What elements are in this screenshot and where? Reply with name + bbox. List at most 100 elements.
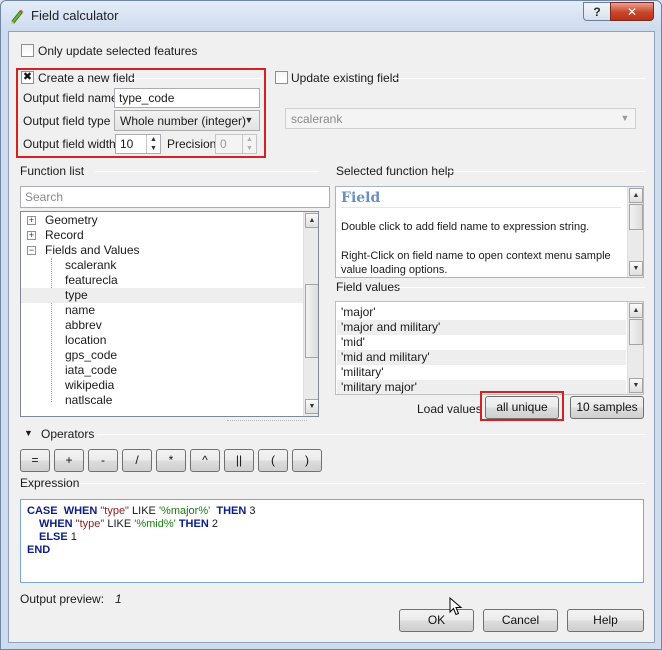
help-scrollbar[interactable]: ▲ ▼ (627, 187, 643, 277)
scroll-thumb[interactable] (305, 284, 318, 358)
only-selected-checkbox[interactable] (21, 44, 34, 57)
function-list-group-line (95, 171, 319, 172)
tree-item[interactable]: location (21, 333, 306, 348)
output-field-width-label: Output field width (23, 137, 116, 151)
operator-concat-button[interactable]: || (224, 449, 254, 472)
field-token: "type" (75, 518, 105, 530)
list-item[interactable]: 'major and military' (337, 320, 626, 335)
operator-close-paren-button[interactable]: ) (292, 449, 322, 472)
operator-open-paren-button[interactable]: ( (258, 449, 288, 472)
list-item[interactable]: 'major' (337, 305, 626, 320)
splitter-handle[interactable] (227, 420, 307, 423)
help-divider (341, 207, 621, 208)
spin-down-icon[interactable]: ▼ (146, 144, 160, 153)
number-token: 2 (211, 518, 218, 530)
operator-token: LIKE (107, 518, 132, 530)
list-item[interactable]: 'military' (337, 365, 626, 380)
output-field-type-combo[interactable]: Whole number (integer) ▼ (114, 110, 260, 131)
tree-item[interactable]: iata_code (21, 363, 306, 378)
tree-item-selected[interactable]: type (21, 288, 306, 303)
output-preview-label: Output preview: (20, 592, 105, 606)
operator-multiply-button[interactable]: * (156, 449, 186, 472)
tree-group-label: Geometry (45, 213, 98, 227)
scroll-down-icon[interactable]: ▼ (629, 261, 643, 276)
only-selected-label: Only update selected features (38, 44, 198, 58)
precision-label: Precision (167, 137, 217, 151)
spin-up-icon[interactable]: ▲ (146, 135, 160, 144)
field-label: natlscale (65, 393, 113, 407)
ten-samples-button[interactable]: 10 samples (570, 396, 644, 419)
keyword-token: WHEN (39, 518, 73, 530)
expand-plus-icon[interactable]: + (27, 216, 36, 225)
help-title-button[interactable]: ? (583, 2, 611, 21)
title-bar[interactable]: Field calculator ? ✕ (1, 1, 661, 31)
output-field-name-input[interactable]: type_code (114, 88, 260, 108)
operator-equals-button[interactable]: = (20, 449, 50, 472)
tree-item[interactable]: scalerank (21, 258, 306, 273)
operator-plus-button[interactable]: + (54, 449, 84, 472)
existing-field-value: scalerank (291, 112, 343, 126)
string-token: '%major%' (158, 505, 211, 517)
tree-group-geometry[interactable]: + Geometry (21, 213, 306, 228)
expression-editor[interactable]: CASE WHEN "type" LIKE '%major%' THEN 3 W… (20, 499, 644, 583)
help-panel-title: Selected function help (336, 164, 455, 178)
tree-item[interactable]: gps_code (21, 348, 306, 363)
tree-item[interactable]: natlscale (21, 393, 306, 408)
function-search-input[interactable]: Search (20, 186, 330, 208)
operators-group-line (97, 434, 645, 435)
help-group-line (447, 171, 645, 172)
scroll-thumb[interactable] (629, 204, 643, 230)
all-unique-button[interactable]: all unique (485, 396, 559, 419)
precision-value: 0 (220, 137, 227, 151)
tree-item[interactable]: name (21, 303, 306, 318)
number-token: 1 (70, 531, 77, 543)
tree-group-record[interactable]: + Record (21, 228, 306, 243)
tree-item[interactable]: abbrev (21, 318, 306, 333)
scroll-up-icon[interactable]: ▲ (629, 303, 643, 318)
precision-spinbox: 0 ▲ ▼ (215, 134, 257, 154)
tree-item[interactable]: featurecla (21, 273, 306, 288)
scroll-up-icon[interactable]: ▲ (629, 188, 643, 203)
operator-divide-button[interactable]: / (122, 449, 152, 472)
field-label: type (65, 288, 88, 302)
collapse-minus-icon[interactable]: − (27, 246, 36, 255)
window-title: Field calculator (31, 8, 119, 23)
close-window-button[interactable]: ✕ (610, 2, 654, 21)
tree-scrollbar[interactable]: ▲ ▼ (303, 212, 318, 416)
keyword-token: ELSE (39, 531, 68, 543)
field-label: gps_code (65, 348, 118, 362)
field-values-title: Field values (336, 280, 401, 294)
expand-plus-icon[interactable]: + (27, 231, 36, 240)
function-tree: + Geometry + Record − Fields and Values … (20, 211, 319, 417)
expression-line-2: WHEN "type" LIKE '%mid%' THEN 2 (27, 518, 637, 531)
expression-group-line (79, 483, 645, 484)
expression-line-3: ELSE 1 (27, 531, 637, 544)
chevron-down-icon: ▼ (244, 115, 254, 125)
field-values-scrollbar[interactable]: ▲ ▼ (627, 302, 643, 394)
tree-group-fields-and-values[interactable]: − Fields and Values (21, 243, 306, 258)
number-token: 3 (249, 505, 256, 517)
operator-minus-button[interactable]: - (88, 449, 118, 472)
scroll-down-icon[interactable]: ▼ (305, 399, 318, 414)
field-label: iata_code (65, 363, 118, 377)
collapse-arrow-icon[interactable]: ▼ (24, 428, 33, 438)
update-existing-checkbox[interactable] (275, 71, 288, 84)
tree-item[interactable]: wikipedia (21, 378, 306, 393)
output-field-width-spinbox[interactable]: 10 ▲ ▼ (115, 134, 161, 154)
list-item[interactable]: 'mid and military' (337, 350, 626, 365)
scroll-down-icon[interactable]: ▼ (629, 378, 643, 393)
expression-title: Expression (20, 476, 80, 490)
operator-power-button[interactable]: ^ (190, 449, 220, 472)
create-field-checkbox[interactable]: ✖ (21, 71, 34, 84)
help-button[interactable]: Help (567, 609, 644, 632)
operators-title: Operators (41, 427, 95, 441)
expression-line-4: END (27, 544, 637, 557)
scroll-up-icon[interactable]: ▲ (305, 213, 318, 228)
keyword-token: THEN (178, 518, 209, 530)
field-label: abbrev (65, 318, 102, 332)
cancel-button[interactable]: Cancel (483, 609, 558, 632)
keyword-token: END (27, 544, 51, 556)
scroll-thumb[interactable] (629, 319, 643, 345)
list-item[interactable]: 'mid' (337, 335, 626, 350)
field-label: wikipedia (65, 378, 115, 392)
